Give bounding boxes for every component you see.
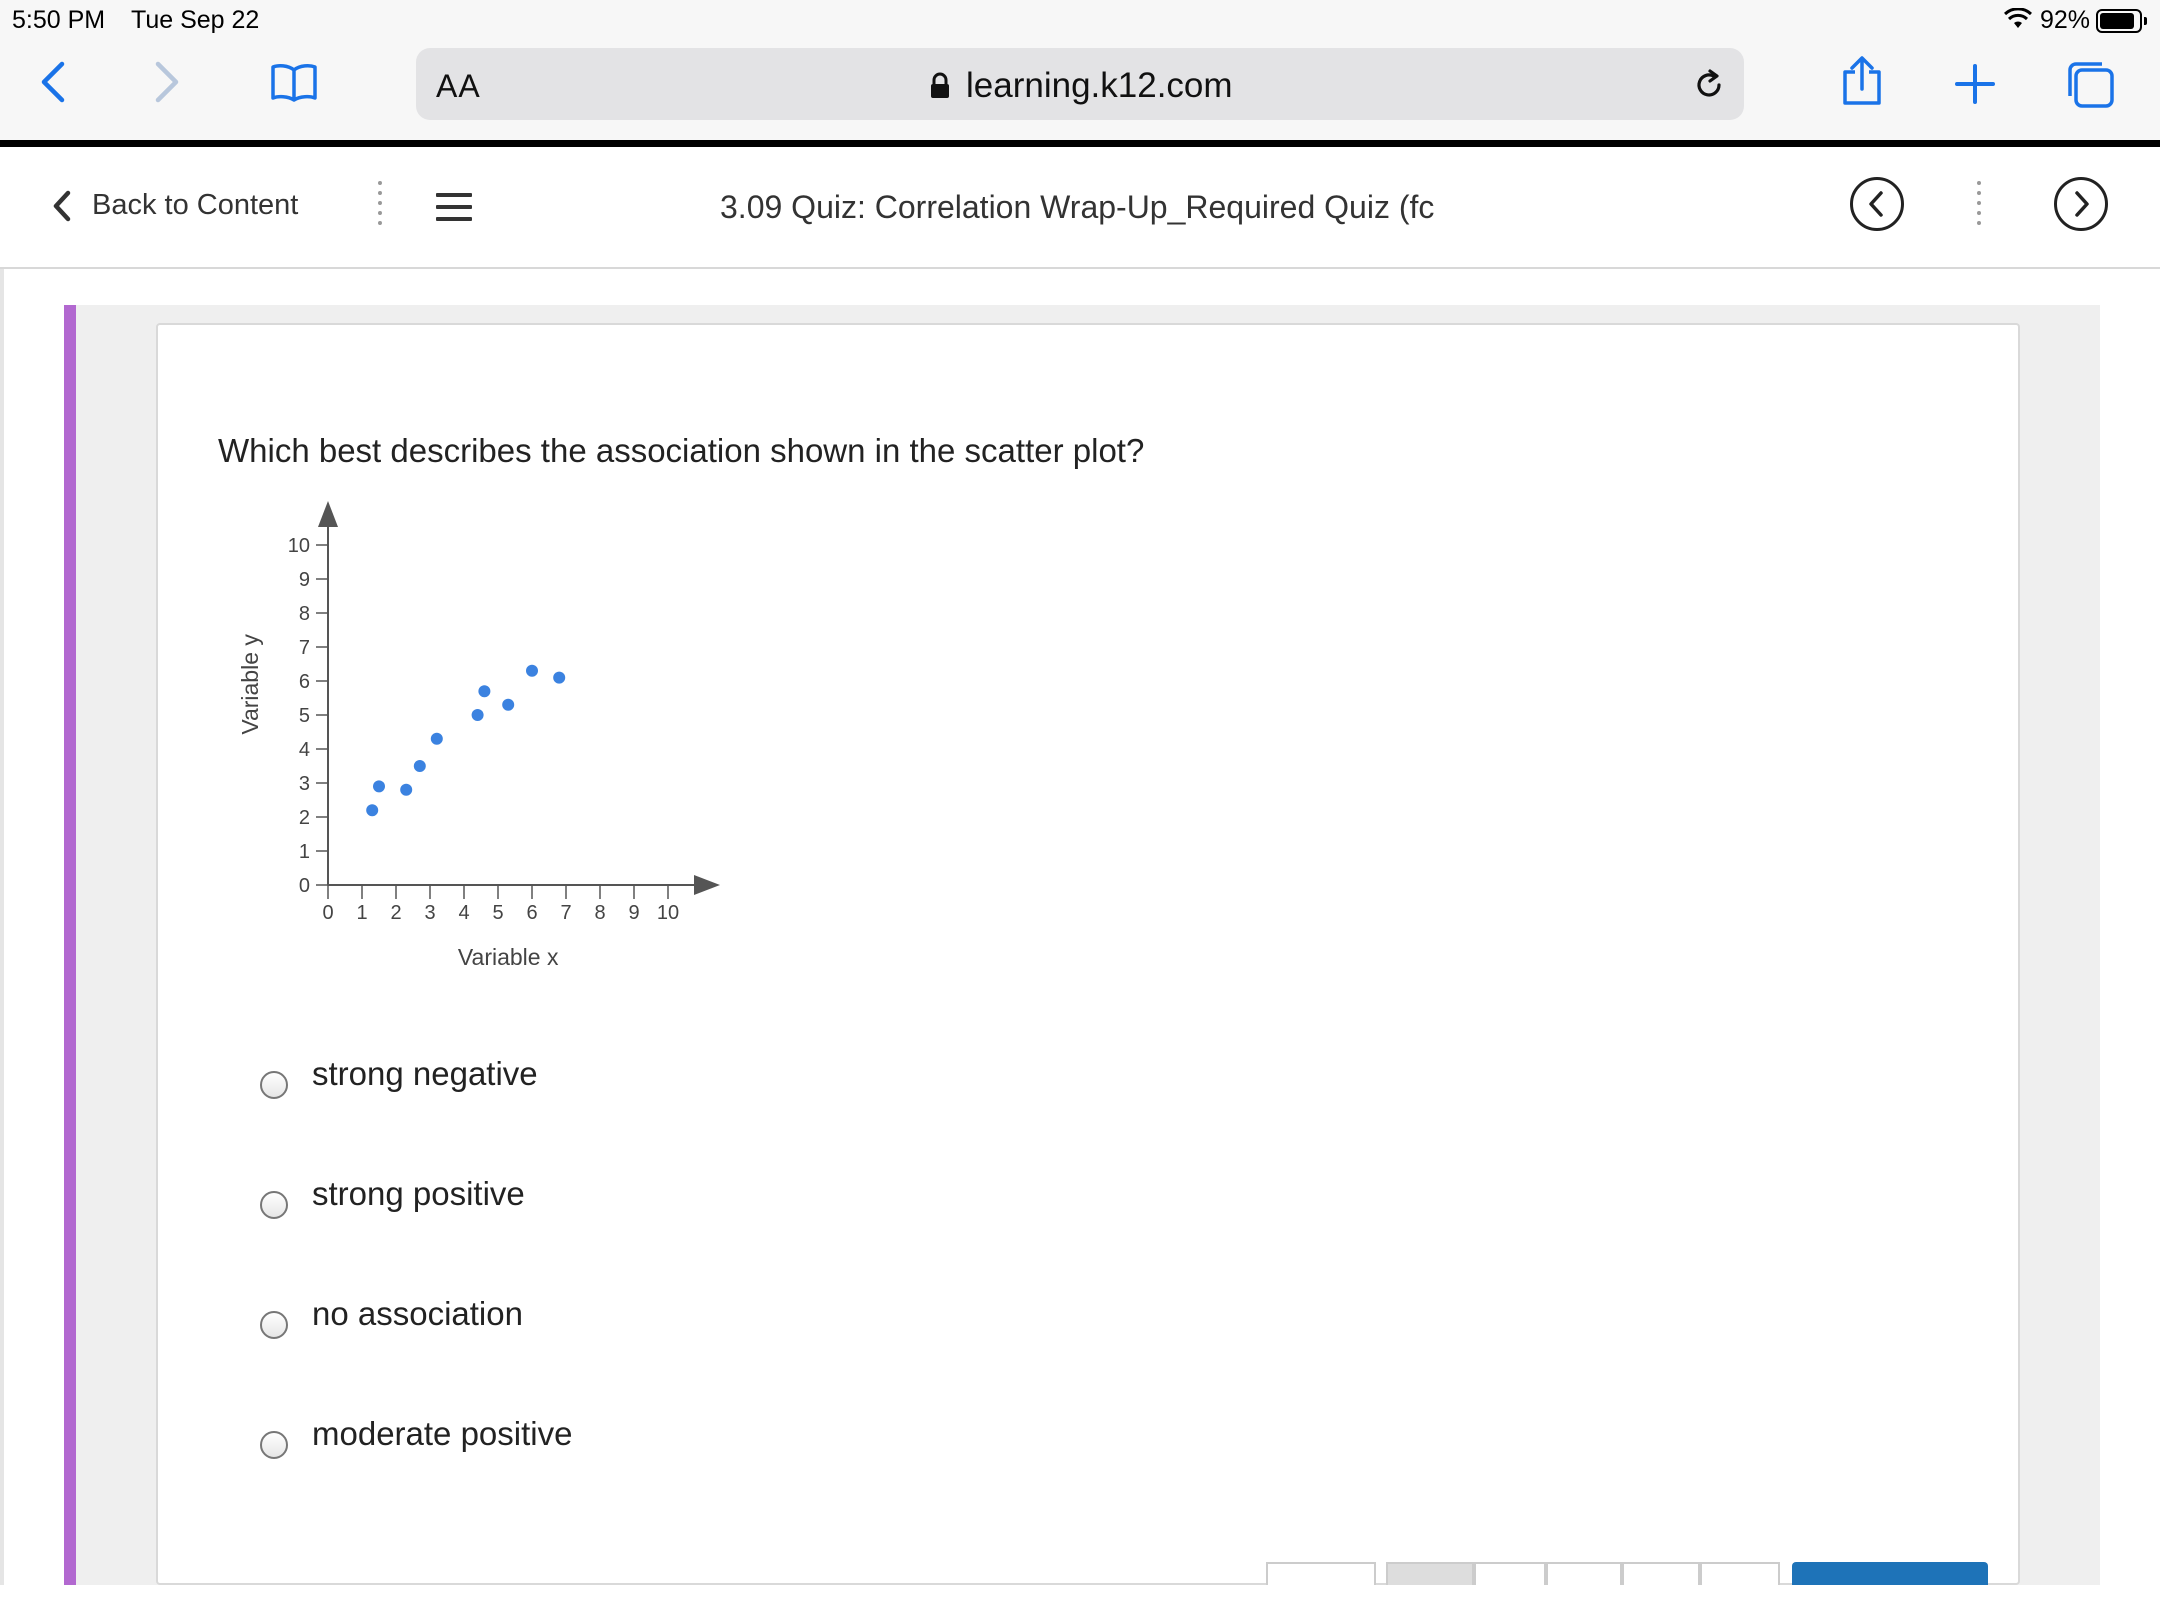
data-point (471, 709, 484, 721)
answer-label: no association (312, 1295, 523, 1332)
y-tick-label: 7 (299, 637, 310, 659)
battery-percent: 92% (2040, 6, 2091, 34)
answer-choice[interactable]: strong positive (260, 1175, 525, 1219)
page-button[interactable] (1546, 1562, 1622, 1586)
y-tick-label: 6 (299, 671, 310, 693)
x-axis-arrow (694, 875, 720, 895)
page-button[interactable] (1266, 1562, 1376, 1586)
data-point (373, 780, 385, 793)
y-tick-label: 4 (299, 739, 310, 761)
chevron-right-icon (2075, 191, 2089, 217)
chevron-left-icon (53, 190, 71, 221)
page-button[interactable] (1700, 1562, 1780, 1586)
radio-button[interactable] (260, 1191, 288, 1219)
forward-chevron-icon[interactable] (152, 60, 182, 109)
x-tick-label: 6 (526, 902, 537, 924)
url-text[interactable]: learning.k12.com (966, 66, 1233, 106)
y-axis-label: Variable y (237, 634, 263, 735)
radio-button[interactable] (260, 1311, 288, 1339)
share-icon[interactable] (1840, 56, 1884, 111)
answer-label: strong positive (312, 1175, 525, 1212)
data-point (502, 698, 515, 711)
more-vertical-icon[interactable] (378, 181, 384, 231)
data-point (553, 671, 566, 684)
status-date: Tue Sep 22 (131, 6, 260, 34)
answer-choice[interactable]: moderate positive (260, 1415, 572, 1459)
data-point (413, 760, 426, 772)
submit-button[interactable] (1792, 1562, 1988, 1586)
bookmarks-book-icon[interactable] (270, 62, 318, 107)
page-button[interactable] (1622, 1562, 1700, 1586)
y-tick-label: 1 (299, 841, 310, 863)
x-tick-label: 2 (390, 902, 401, 924)
reload-icon[interactable] (1692, 68, 1726, 107)
y-tick-label: 8 (299, 603, 310, 625)
wifi-icon (2003, 7, 2033, 35)
x-tick-label: 8 (594, 902, 605, 924)
status-time: 5:50 PM (12, 6, 106, 34)
answer-choice[interactable]: no association (260, 1295, 523, 1339)
back-to-content-link[interactable]: Back to Content (52, 189, 298, 222)
left-edge (0, 269, 4, 1620)
y-tick-label: 5 (299, 705, 310, 727)
page-button[interactable] (1386, 1562, 1474, 1586)
data-point (478, 685, 491, 698)
x-tick-label: 5 (492, 902, 503, 924)
y-tick-label: 3 (299, 773, 310, 795)
y-tick-label: 2 (299, 807, 310, 829)
x-tick-label: 9 (628, 902, 639, 924)
next-button[interactable] (2054, 177, 2108, 231)
text-size-button[interactable]: AA (436, 68, 481, 105)
app-header: Back to Content 3.09 Quiz: Correlation W… (0, 147, 2160, 269)
x-tick-label: 0 (322, 902, 333, 924)
back-chevron-icon[interactable] (38, 60, 68, 109)
bottom-strip (0, 1585, 2160, 1620)
answer-label: moderate positive (312, 1415, 573, 1452)
data-point (366, 804, 379, 817)
page-title: 3.09 Quiz: Correlation Wrap-Up_Required … (720, 189, 1435, 225)
battery-icon (2096, 9, 2147, 33)
address-bar[interactable]: AA learning.k12.com (416, 48, 1744, 120)
browser-toolbar: AA learning.k12.com (0, 40, 2160, 140)
question-prompt: Which best describes the association sho… (218, 432, 1145, 469)
tabs-overview-icon[interactable] (2066, 60, 2116, 115)
previous-button[interactable] (1850, 177, 1904, 231)
scatter-plot: 0 1 2 3 4 5 6 7 8 9 10 0 1 2 3 4 5 6 7 8 9 10 Variable x Variab… (237, 501, 720, 970)
y-tick-label: 0 (299, 875, 310, 897)
page-button[interactable] (1474, 1562, 1546, 1586)
answer-label: strong negative (312, 1055, 538, 1092)
x-tick-label: 7 (560, 902, 571, 924)
data-point (430, 732, 443, 745)
toolbar-divider (0, 140, 2160, 147)
chevron-left-icon (1869, 191, 1883, 217)
y-tick-label: 9 (299, 569, 310, 591)
data-point (526, 664, 538, 677)
lock-icon (930, 72, 950, 105)
y-tick-label: 10 (288, 535, 310, 557)
y-axis-arrow (318, 501, 338, 527)
x-tick-label: 4 (458, 902, 469, 924)
radio-button[interactable] (260, 1071, 288, 1099)
radio-button[interactable] (260, 1431, 288, 1459)
status-bar: 5:50 PM Tue Sep 22 92% (0, 0, 2160, 40)
accent-bar (64, 305, 76, 1585)
x-axis-label: Variable x (458, 944, 559, 970)
answer-choice[interactable]: strong negative (260, 1055, 538, 1099)
menu-hamburger-icon[interactable] (436, 193, 472, 229)
new-tab-plus-icon[interactable] (1955, 64, 1995, 109)
x-tick-label: 3 (424, 902, 435, 924)
more-vertical-icon[interactable] (1977, 181, 1983, 231)
data-point (400, 783, 413, 796)
back-to-content-label: Back to Content (92, 189, 299, 221)
x-tick-label: 1 (356, 902, 367, 924)
x-tick-label: 10 (657, 902, 679, 924)
